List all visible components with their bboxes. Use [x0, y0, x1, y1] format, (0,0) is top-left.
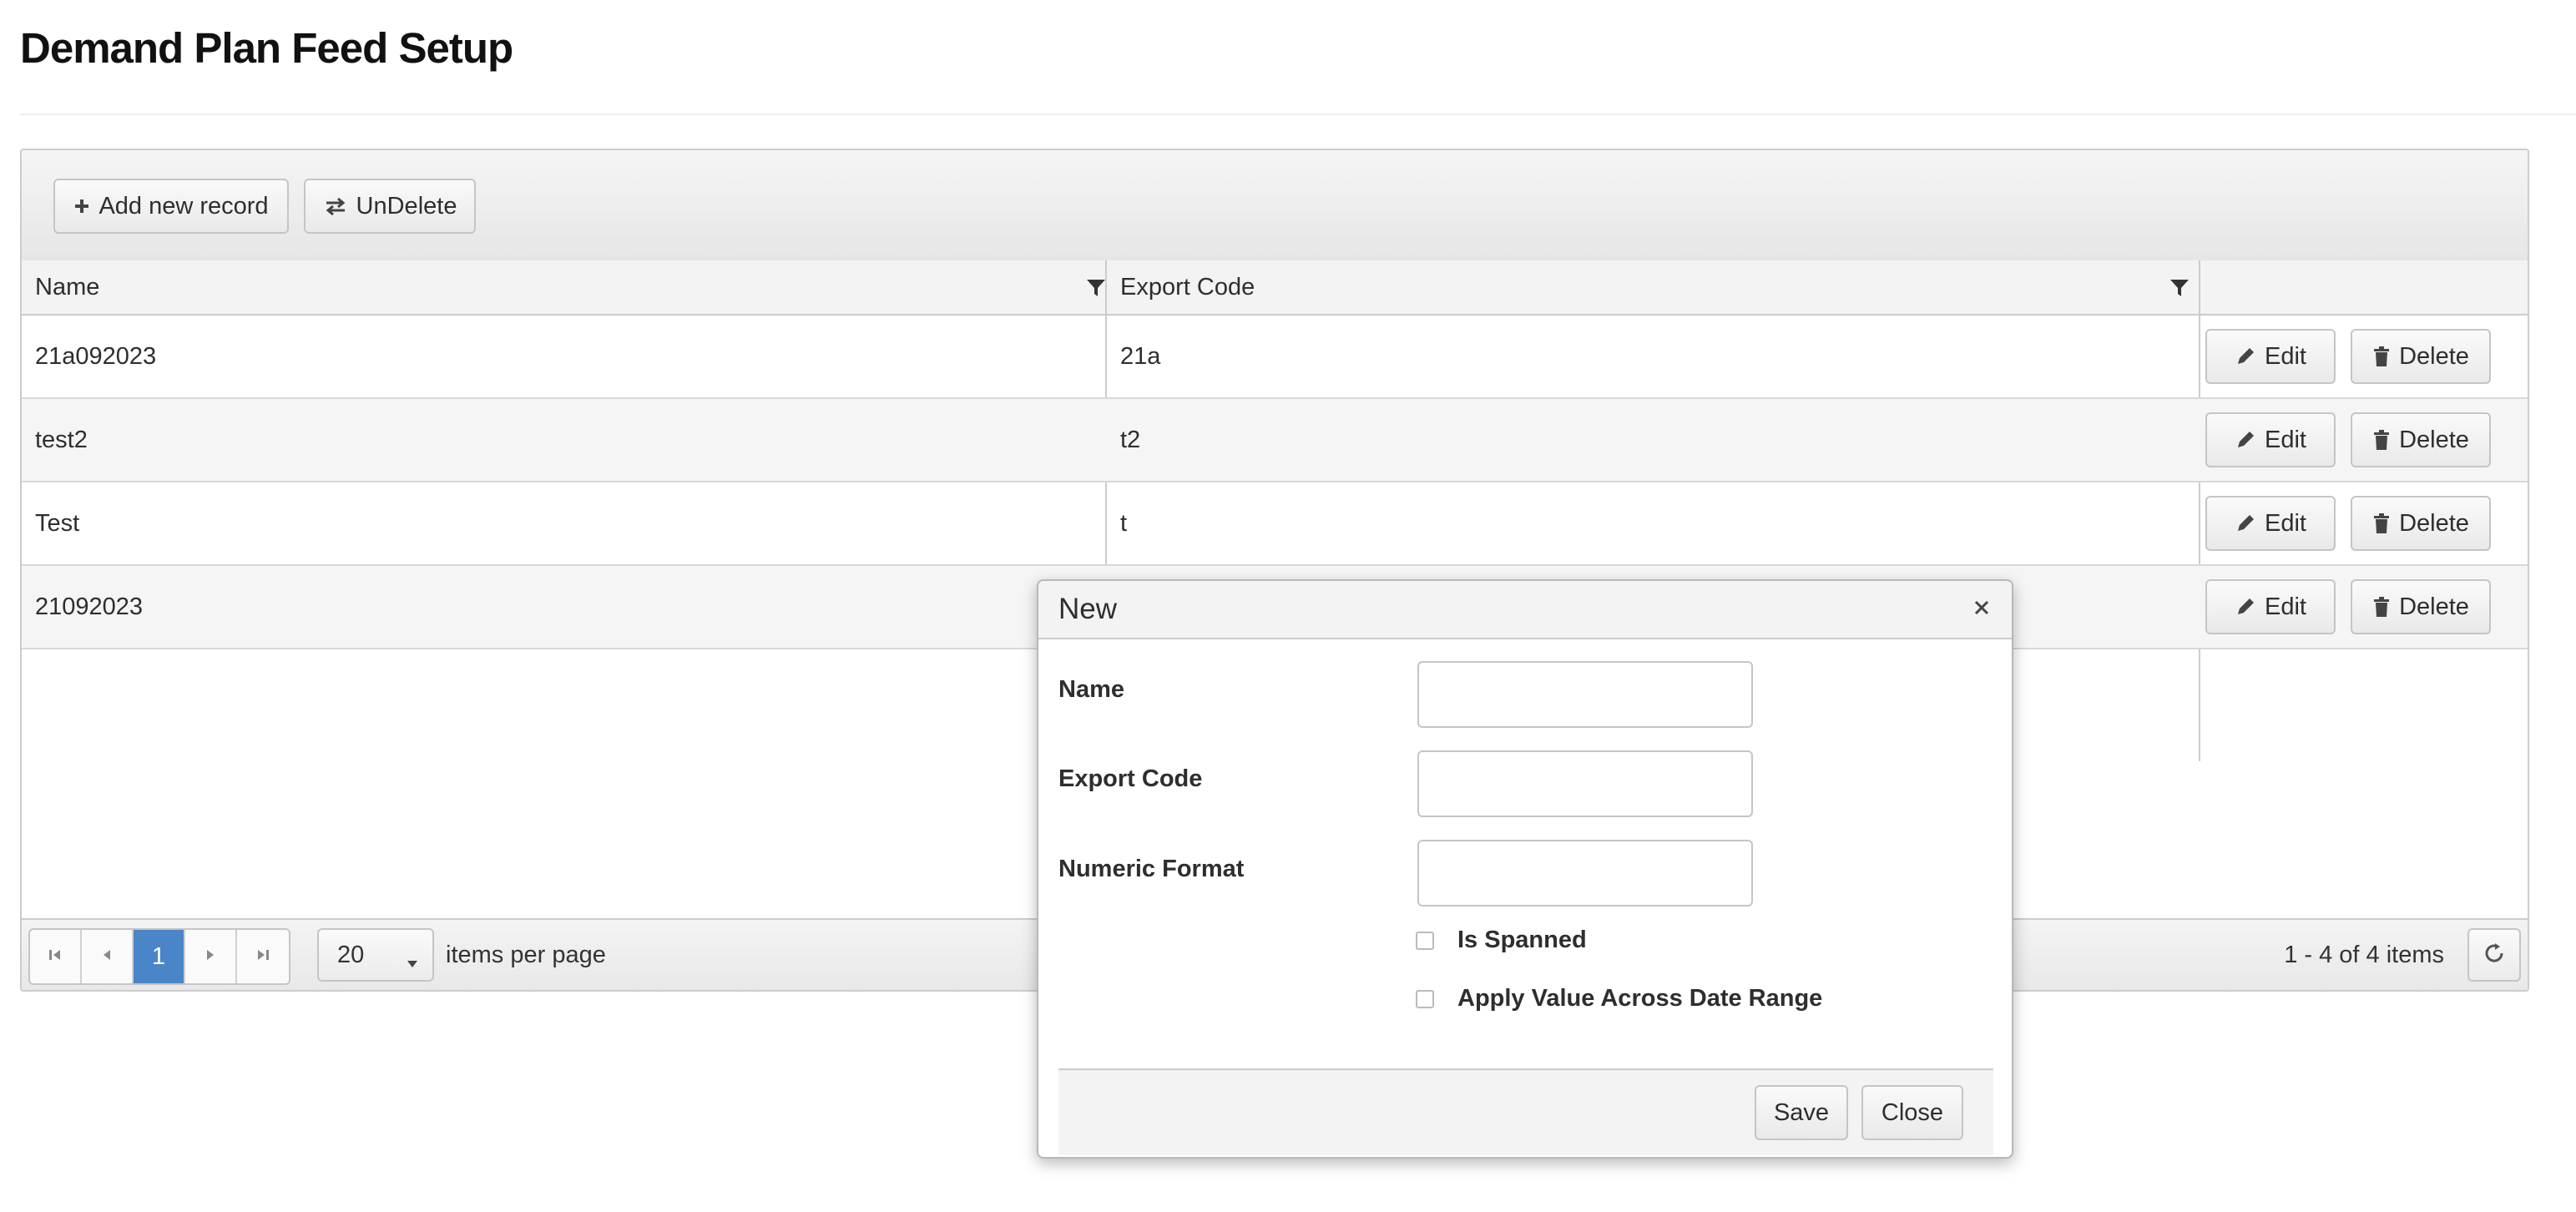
- trash-icon: [2372, 429, 2391, 451]
- pencil-icon: [2235, 513, 2256, 534]
- pager-nav: 1: [28, 928, 290, 985]
- undelete-button[interactable]: UnDelete: [304, 179, 476, 234]
- export-code-filter-icon[interactable]: [2169, 277, 2190, 303]
- edit-button[interactable]: Edit: [2205, 412, 2336, 467]
- column-header-actions: [2200, 260, 2526, 314]
- is-spanned-label: Is Spanned: [1457, 927, 1587, 953]
- title-divider: [20, 114, 2576, 115]
- undelete-label: UnDelete: [356, 192, 457, 220]
- items-per-page-label: items per page: [446, 941, 606, 968]
- edit-label: Edit: [2265, 509, 2306, 537]
- last-page-button[interactable]: [237, 930, 289, 983]
- table-row: test2 t2 Edit Delete: [22, 399, 2528, 482]
- name-field-label: Name: [1058, 676, 1124, 703]
- row-export-code: t2: [1120, 426, 1141, 453]
- export-code-input[interactable]: [1417, 750, 1753, 817]
- pencil-icon: [2235, 429, 2256, 451]
- first-page-icon: [48, 947, 63, 967]
- previous-page-button[interactable]: [82, 930, 134, 983]
- row-name: 21a092023: [35, 342, 157, 370]
- page-number-button[interactable]: 1: [134, 930, 185, 983]
- close-icon: [1972, 598, 1991, 621]
- name-input[interactable]: [1417, 661, 1753, 728]
- edit-label: Edit: [2265, 342, 2306, 370]
- dialog-footer: Save Close: [1058, 1068, 1993, 1155]
- new-record-dialog: New Name Export Code Numeric Format Is S…: [1037, 579, 2013, 1159]
- trash-icon: [2372, 346, 2391, 367]
- chevron-down-icon: [406, 950, 419, 977]
- delete-button[interactable]: Delete: [2351, 412, 2491, 467]
- numeric-format-field-label: Numeric Format: [1058, 856, 1245, 882]
- export-code-field-label: Export Code: [1058, 765, 1203, 792]
- table-row: 21a092023 21a Edit Delete: [22, 316, 2528, 399]
- edit-label: Edit: [2265, 426, 2306, 453]
- last-page-icon: [255, 947, 270, 967]
- delete-label: Delete: [2399, 426, 2469, 453]
- swap-arrows-icon: [323, 196, 348, 216]
- edit-label: Edit: [2265, 593, 2306, 620]
- page-title: Demand Plan Feed Setup: [20, 24, 513, 72]
- grid-header-row: Name Export Code: [22, 260, 2528, 316]
- apply-value-across-date-range-label: Apply Value Across Date Range: [1457, 985, 1823, 1012]
- delete-label: Delete: [2399, 509, 2469, 537]
- column-header-export-code[interactable]: Export Code: [1107, 260, 2199, 314]
- pencil-icon: [2235, 596, 2256, 618]
- delete-button[interactable]: Delete: [2351, 579, 2491, 634]
- grid-toolbar: Add new record UnDelete: [22, 150, 2528, 262]
- previous-page-icon: [99, 947, 114, 967]
- close-button[interactable]: Close: [1861, 1085, 1963, 1140]
- name-filter-icon[interactable]: [1085, 277, 1107, 303]
- edit-button[interactable]: Edit: [2205, 496, 2336, 551]
- delete-button[interactable]: Delete: [2351, 329, 2491, 384]
- next-page-button[interactable]: [185, 930, 237, 983]
- save-button[interactable]: Save: [1755, 1085, 1848, 1140]
- first-page-button[interactable]: [30, 930, 82, 983]
- row-name: test2: [35, 426, 88, 453]
- delete-label: Delete: [2399, 593, 2469, 620]
- apply-value-across-date-range-checkbox[interactable]: [1416, 990, 1434, 1008]
- page-size-value: 20: [337, 941, 365, 968]
- refresh-button[interactable]: [2467, 928, 2521, 982]
- delete-button[interactable]: Delete: [2351, 496, 2491, 551]
- row-export-code: 21a: [1120, 342, 1161, 370]
- row-name: 21092023: [35, 593, 144, 620]
- pager-info: 1 - 4 of 4 items: [2284, 941, 2444, 968]
- edit-button[interactable]: Edit: [2205, 329, 2336, 384]
- row-name: Test: [35, 509, 80, 537]
- pencil-icon: [2235, 346, 2256, 367]
- edit-button[interactable]: Edit: [2205, 579, 2336, 634]
- table-row: Test t Edit Delete: [22, 482, 2528, 566]
- column-header-name[interactable]: Name: [22, 260, 1105, 314]
- next-page-icon: [203, 947, 218, 967]
- page-size-select[interactable]: 20: [317, 928, 434, 982]
- dialog-header: New: [1038, 581, 2012, 639]
- row-export-code: t: [1120, 509, 1128, 537]
- add-new-record-button[interactable]: Add new record: [53, 179, 289, 234]
- add-new-record-label: Add new record: [98, 192, 269, 220]
- refresh-icon: [2482, 941, 2507, 970]
- numeric-format-input[interactable]: [1417, 840, 1753, 906]
- dialog-title: New: [1058, 593, 1118, 625]
- plus-icon: [73, 198, 90, 215]
- trash-icon: [2372, 513, 2391, 534]
- is-spanned-checkbox[interactable]: [1416, 932, 1434, 950]
- trash-icon: [2372, 596, 2391, 618]
- delete-label: Delete: [2399, 342, 2469, 370]
- dialog-close-button[interactable]: [1968, 596, 1995, 623]
